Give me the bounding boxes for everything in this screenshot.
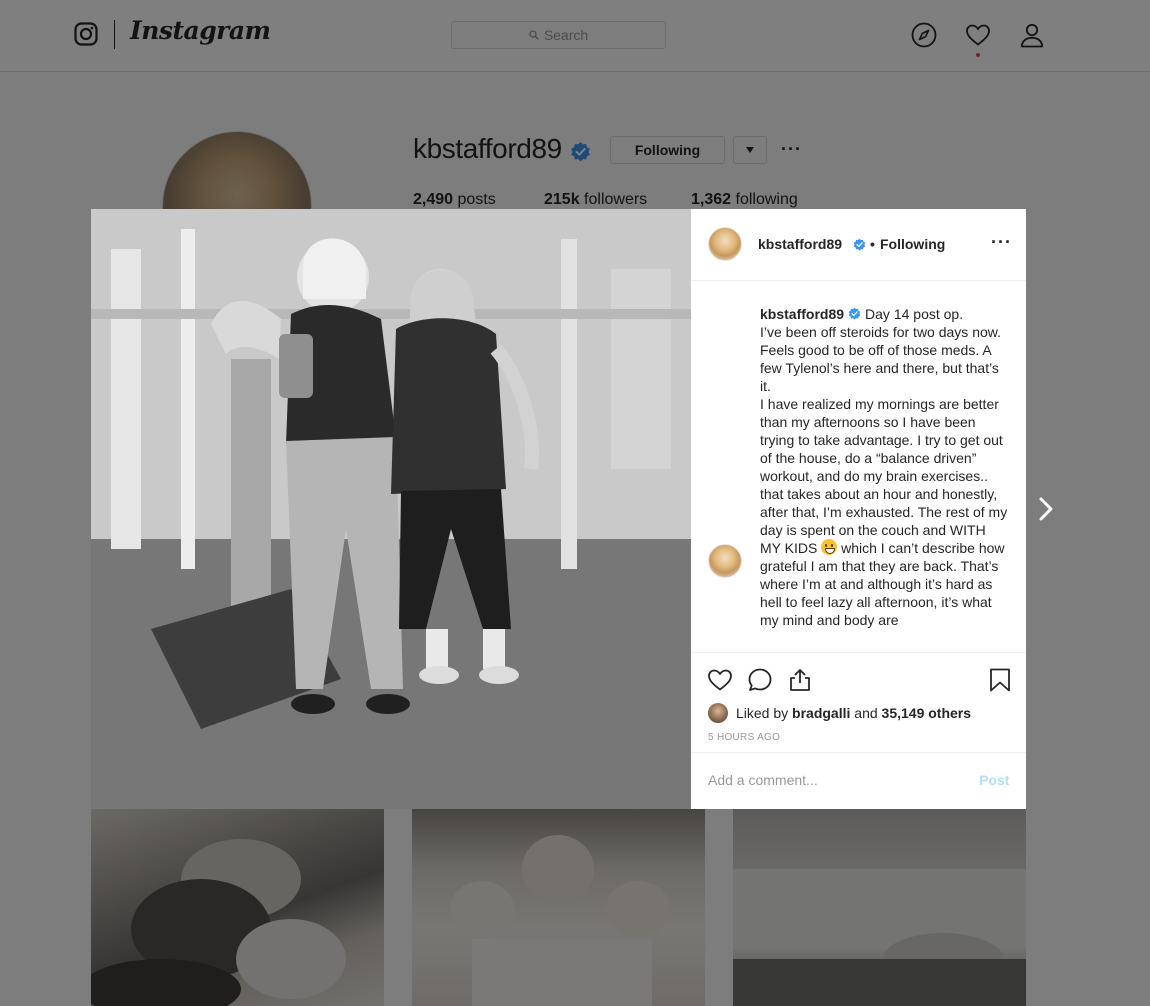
likes-prefix: Liked by — [736, 705, 789, 721]
comment-box: Add a comment... Post — [691, 752, 1026, 809]
author-username[interactable]: kbstafford89 — [758, 236, 842, 252]
caption-author-avatar[interactable] — [708, 544, 742, 578]
author-avatar[interactable] — [708, 227, 742, 261]
post-timestamp[interactable]: 5 HOURS AGO — [708, 732, 780, 743]
header-following-button[interactable]: Following — [880, 236, 945, 252]
header-separator: • — [870, 236, 875, 252]
caption-line: Day 14 post op. — [865, 306, 964, 322]
comment-input[interactable]: Add a comment... — [708, 772, 818, 788]
next-post-chevron-icon[interactable] — [1034, 494, 1058, 524]
like-heart-icon[interactable] — [707, 667, 733, 693]
caption-line: I’ve been off steroids for two days now.… — [760, 324, 1001, 394]
post-sidebar: kbstafford89 • Following ··· kbstafford8… — [691, 209, 1026, 809]
share-icon[interactable] — [787, 667, 813, 693]
save-bookmark-icon[interactable] — [987, 667, 1013, 693]
likes-joiner: and — [854, 705, 878, 721]
liker-avatar[interactable] — [708, 703, 728, 723]
caption-username[interactable]: kbstafford89 — [760, 306, 844, 322]
post-actions: Liked by bradgalli and 35,149 others 5 H… — [691, 652, 1026, 752]
verified-badge-icon — [848, 307, 861, 320]
caption-line: I have realized my mornings are better t… — [760, 396, 1008, 556]
post-photo[interactable] — [91, 209, 691, 809]
post-options-icon[interactable]: ··· — [991, 232, 1012, 253]
liker-username[interactable]: bradgalli — [792, 705, 850, 721]
post-modal: kbstafford89 • Following ··· kbstafford8… — [91, 209, 1026, 809]
verified-badge-icon — [853, 238, 866, 251]
comment-icon[interactable] — [747, 667, 773, 693]
post-comment-button[interactable]: Post — [979, 772, 1009, 788]
likes-summary: Liked by bradgalli and 35,149 others — [708, 703, 971, 723]
grinning-emoji-icon — [821, 539, 838, 555]
caption-area[interactable]: kbstafford89 Day 14 post op. I’ve been of… — [691, 282, 1026, 652]
caption-text: kbstafford89 Day 14 post op. I’ve been of… — [760, 305, 1010, 629]
post-header: kbstafford89 • Following ··· — [691, 209, 1026, 281]
likes-others-link[interactable]: 35,149 others — [882, 705, 972, 721]
